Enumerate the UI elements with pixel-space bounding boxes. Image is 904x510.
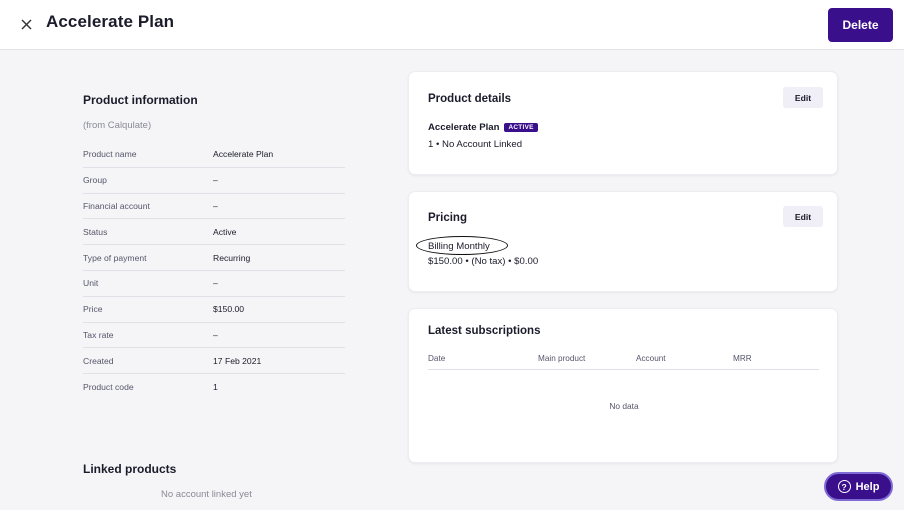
subscriptions-table-header: Date Main product Account MRR	[428, 354, 819, 370]
info-row: Financial account –	[83, 194, 345, 220]
column-header-date[interactable]: Date	[428, 354, 445, 363]
info-value: –	[213, 175, 218, 186]
delete-button[interactable]: Delete	[828, 8, 893, 42]
product-subtitle: 1 • No Account Linked	[428, 139, 523, 150]
info-row: Group –	[83, 168, 345, 194]
column-header-main-product[interactable]: Main product	[538, 354, 585, 363]
question-icon: ?	[837, 480, 851, 493]
linked-products-heading: Linked products	[83, 462, 177, 476]
info-label: Group	[83, 175, 107, 186]
top-bar: Accelerate Plan Delete	[0, 0, 904, 50]
help-button[interactable]: ? Help	[824, 472, 893, 501]
info-row: Unit –	[83, 271, 345, 297]
info-row: Tax rate –	[83, 323, 345, 349]
info-value: –	[213, 278, 218, 289]
product-details-title: Product details	[428, 93, 512, 105]
pricing-card: Pricing Edit Billing Monthly $150.00 • (…	[408, 191, 838, 292]
close-icon	[21, 19, 31, 29]
column-header-mrr[interactable]: MRR	[733, 354, 752, 363]
info-value: $150.00	[213, 304, 245, 315]
product-information-source: (from Calqulate)	[83, 120, 152, 131]
edit-product-details-button[interactable]: Edit	[783, 87, 823, 108]
info-value: –	[213, 329, 218, 340]
billing-frequency: Billing Monthly	[428, 241, 490, 252]
info-row: Product name Accelerate Plan	[83, 142, 345, 168]
info-label: Financial account	[83, 200, 150, 211]
info-label: Product name	[83, 149, 137, 160]
info-row: Status Active	[83, 219, 345, 246]
edit-pricing-button[interactable]: Edit	[783, 206, 823, 227]
price-line: $150.00 • (No tax) • $0.00	[428, 256, 539, 267]
no-data-message: No data	[609, 401, 639, 411]
page-title: Accelerate Plan	[46, 12, 175, 31]
info-row: Price $150.00	[83, 297, 345, 323]
latest-subscriptions-title: Latest subscriptions	[428, 325, 541, 337]
info-value: Recurring	[213, 252, 251, 263]
info-value: Accelerate Plan	[213, 149, 274, 160]
close-button[interactable]	[16, 14, 36, 34]
product-name-text: Accelerate Plan	[428, 122, 500, 133]
product-name: Accelerate Plan ACTIVE	[428, 122, 538, 133]
info-label: Unit	[83, 278, 99, 289]
help-label: Help	[855, 480, 880, 493]
info-value: Active	[213, 226, 237, 237]
info-row: Created 17 Feb 2021	[83, 348, 345, 375]
info-label: Price	[83, 304, 103, 315]
product-information-heading: Product information	[83, 93, 198, 107]
product-information-table: Product name Accelerate Plan Group – Fin…	[83, 142, 345, 400]
info-value: 1	[213, 382, 218, 393]
info-label: Status	[83, 226, 108, 237]
product-details-card: Product details Edit Accelerate Plan ACTI…	[408, 71, 838, 175]
info-row: Product code 1	[83, 374, 345, 400]
info-label: Product code	[83, 382, 134, 393]
latest-subscriptions-card: Latest subscriptions Date Main product A…	[408, 308, 838, 463]
info-row: Type of payment Recurring	[83, 245, 345, 271]
linked-products-empty: No account linked yet	[161, 489, 252, 500]
status-badge: ACTIVE	[504, 123, 538, 132]
pricing-title: Pricing	[428, 212, 467, 224]
column-header-account[interactable]: Account	[636, 354, 666, 363]
info-label: Tax rate	[83, 329, 114, 340]
info-value: 17 Feb 2021	[213, 355, 262, 366]
info-value: –	[213, 200, 218, 211]
info-label: Created	[83, 355, 114, 366]
info-label: Type of payment	[83, 252, 147, 263]
